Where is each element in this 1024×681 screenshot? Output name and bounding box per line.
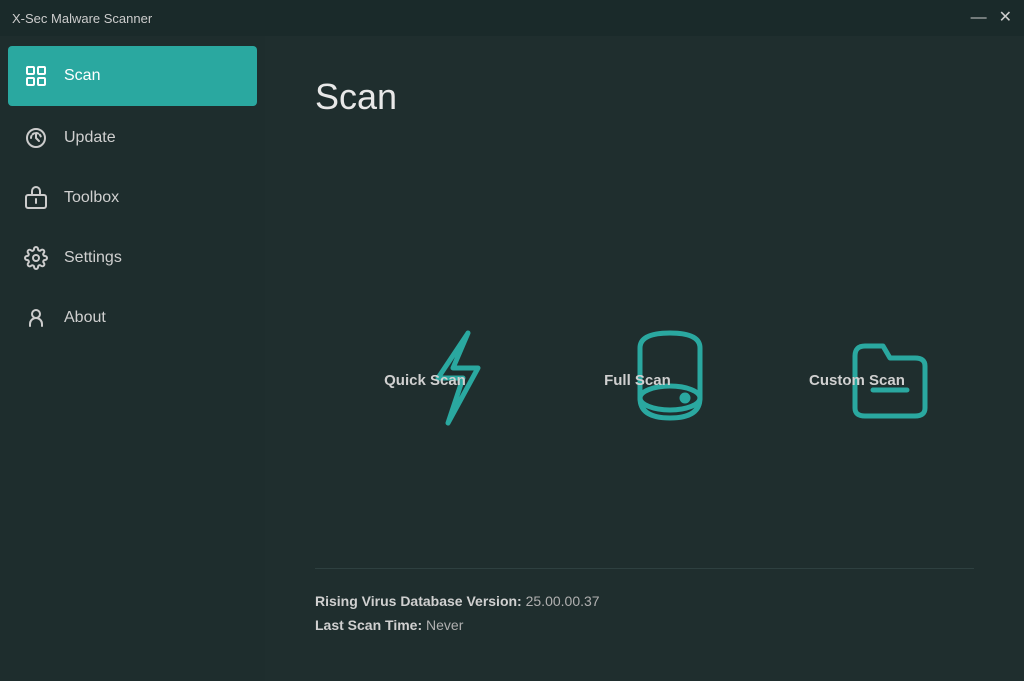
main-container: Scan Update Toolbox [0,36,1024,681]
toolbox-icon [24,186,48,210]
sidebar: Scan Update Toolbox [0,36,265,681]
last-scan-line: Last Scan Time: Never [315,617,974,633]
full-scan-card[interactable]: Full Scan [564,308,711,409]
close-button[interactable]: ✕ [999,10,1012,26]
db-version-line: Rising Virus Database Version: 25.00.00.… [315,593,974,609]
full-scan-icon [625,328,649,352]
update-icon [24,126,48,150]
page-title: Scan [315,76,974,118]
last-scan-label: Last Scan Time: [315,617,422,633]
quick-scan-icon [413,328,437,352]
sidebar-item-toolbox[interactable]: Toolbox [0,168,265,228]
toolbox-label: Toolbox [64,189,119,207]
quick-scan-label: Quick Scan [384,372,466,389]
about-label: About [64,309,106,327]
content-area: Scan Quick Scan [265,36,1024,681]
update-label: Update [64,129,116,147]
settings-label: Settings [64,249,122,267]
scan-label: Scan [64,67,100,85]
sidebar-item-scan[interactable]: Scan [8,46,257,106]
custom-scan-label: Custom Scan [809,372,905,389]
title-bar: X-Sec Malware Scanner — ✕ [0,0,1024,36]
minimize-button[interactable]: — [971,10,987,26]
sidebar-item-settings[interactable]: Settings [0,228,265,288]
scan-icon [24,64,48,88]
last-scan-value: Never [426,617,463,633]
full-scan-label: Full Scan [604,372,671,389]
sidebar-item-update[interactable]: Update [0,108,265,168]
sidebar-item-about[interactable]: About [0,288,265,348]
db-version-label: Rising Virus Database Version: [315,593,522,609]
settings-icon [24,246,48,270]
scan-options: Quick Scan Full Scan [315,168,974,548]
quick-scan-card[interactable]: Quick Scan [344,308,506,409]
db-version-value: 25.00.00.37 [526,593,600,609]
footer-info: Rising Virus Database Version: 25.00.00.… [315,568,974,641]
custom-scan-card[interactable]: Custom Scan [769,308,945,409]
about-icon [24,306,48,330]
window-controls: — ✕ [971,10,1012,26]
custom-scan-icon [845,328,869,352]
app-title: X-Sec Malware Scanner [12,11,152,26]
